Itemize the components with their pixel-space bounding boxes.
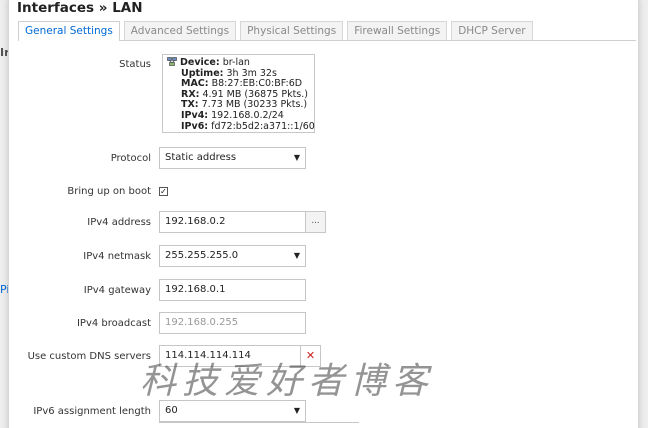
ipv4-broadcast-label: IPv4 broadcast — [76, 318, 151, 329]
tab-advanced-settings[interactable]: Advanced Settings — [123, 21, 237, 40]
bringup-checkbox[interactable]: ✓ — [159, 187, 168, 196]
ipv4-broadcast-input[interactable]: 192.168.0.255 — [159, 312, 306, 334]
status-ipv4-key: IPv4: — [181, 109, 209, 121]
status-panel: Device: br-lan Uptime: 3h 3m 32s MAC: B8… — [162, 54, 315, 133]
tab-physical-settings[interactable]: Physical Settings — [240, 21, 344, 40]
dns-server-input[interactable]: 114.114.114.114 — [159, 345, 301, 367]
remove-dns-button[interactable]: ✕ — [300, 345, 321, 367]
dropdown-caret-icon: ▼ — [293, 153, 300, 162]
network-device-icon — [167, 57, 177, 66]
ipv4-gateway-input[interactable]: 192.168.0.1 — [159, 279, 306, 301]
ipv4-netmask-value: 255.255.255.0 — [165, 250, 239, 261]
status-uptime-key: Uptime: — [181, 67, 224, 79]
ipv6-assignment-length-value: 60 — [165, 405, 178, 416]
status-rx-value: 4.91 MB (36875 Pkts.) — [202, 88, 308, 100]
tab-dhcp-server[interactable]: DHCP Server — [451, 21, 533, 40]
status-label: Status — [119, 59, 151, 70]
modal-title: Interfaces » LAN — [17, 0, 143, 16]
status-mac-key: MAC: — [181, 78, 209, 90]
tab-bar: General Settings Advanced Settings Physi… — [18, 21, 636, 41]
ipv6-assignment-length-select[interactable]: 60 ▼ — [159, 400, 306, 422]
protocol-select[interactable]: Static address ▼ — [159, 147, 306, 169]
status-device-value: br-lan — [222, 57, 250, 68]
dns-servers-label: Use custom DNS servers — [27, 351, 151, 362]
status-rx-key: RX: — [181, 88, 200, 100]
status-mac-value: B8:27:EB:C0:BF:6D — [211, 78, 303, 90]
status-tx-key: TX: — [181, 99, 199, 111]
status-uptime-value: 3h 3m 32s — [226, 67, 277, 79]
status-tx-value: 7.73 MB (30233 Pkts.) — [201, 99, 308, 111]
status-ipv6-value: fd72:b5d2:a371::1/60 — [211, 120, 315, 132]
ipv4-gateway-label: IPv4 gateway — [83, 285, 151, 296]
bringup-label: Bring up on boot — [67, 186, 151, 197]
ipv4-netmask-label: IPv4 netmask — [83, 251, 151, 262]
ipv4-address-label: IPv4 address — [87, 217, 151, 228]
ipv4-address-more-button[interactable]: ... — [305, 211, 326, 233]
status-ipv6-key: IPv6: — [181, 120, 209, 132]
interface-edit-modal: Interfaces » LAN General Settings Advanc… — [8, 0, 639, 428]
tab-firewall-settings[interactable]: Firewall Settings — [347, 21, 448, 40]
ipv4-address-input[interactable]: 192.168.0.2 — [159, 211, 306, 233]
status-device-key: Device: — [180, 57, 220, 68]
ipv4-netmask-select[interactable]: 255.255.255.0 ▼ — [159, 245, 306, 267]
protocol-select-value: Static address — [165, 152, 237, 163]
tab-general-settings[interactable]: General Settings — [18, 21, 120, 41]
status-ipv4-value: 192.168.0.2/24 — [211, 109, 284, 121]
protocol-label: Protocol — [110, 153, 151, 164]
dropdown-caret-icon: ▼ — [293, 251, 300, 260]
next-field-edge — [159, 422, 359, 426]
dropdown-caret-icon: ▼ — [293, 406, 300, 415]
ipv6-assignment-length-label: IPv6 assignment length — [33, 406, 151, 417]
